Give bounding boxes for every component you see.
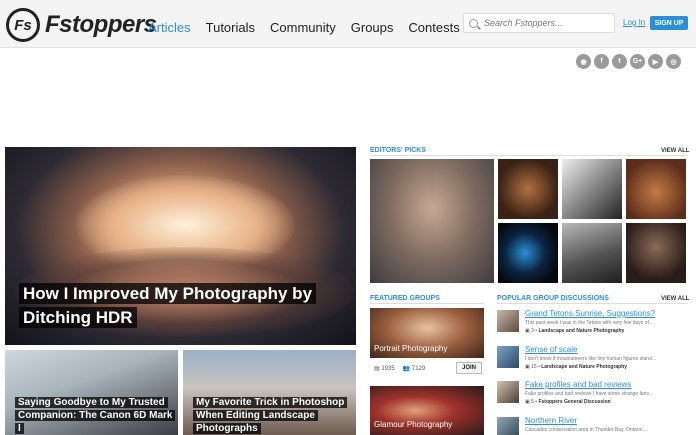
- discussion-title[interactable]: Grand Tetons Sunrise, Suggestions?: [525, 309, 655, 318]
- discussion-item[interactable]: Northern River Cascades conservation are…: [497, 416, 689, 435]
- users-icon: 👥: [402, 366, 411, 372]
- editors-pick-thumb[interactable]: [626, 159, 686, 219]
- discussion-item[interactable]: Grand Tetons Sunrise, Suggestions? This …: [497, 309, 689, 341]
- discussion-meta: ▣ 15 • Landscape and Nature Photography: [525, 364, 628, 370]
- youtube-icon[interactable]: ▶: [648, 54, 663, 69]
- join-button[interactable]: JOIN: [456, 362, 482, 374]
- search-box[interactable]: [463, 13, 615, 33]
- discussion-item[interactable]: Fake profiles and bad reviews Fake profi…: [497, 380, 689, 412]
- comment-icon: ▣: [525, 328, 530, 334]
- instagram-icon[interactable]: ◎: [666, 54, 681, 69]
- editors-pick-thumb[interactable]: [498, 223, 558, 283]
- discussion-title[interactable]: Northern River: [525, 416, 577, 425]
- discussion-thumb: [497, 417, 519, 435]
- discussion-snippet: Cascades conservation area in Thunder Ba…: [525, 427, 648, 433]
- logo-mark: Fs: [6, 8, 40, 42]
- nav-tutorials[interactable]: Tutorials: [206, 20, 255, 35]
- group-name[interactable]: Glamour Photography: [374, 420, 452, 429]
- article-card-title[interactable]: My Favorite Trick in Photoshop When Edit…: [193, 396, 353, 435]
- group-stats: ▤ 1935 👥 7129: [374, 365, 425, 372]
- group-name[interactable]: Portrait Photography: [374, 344, 447, 353]
- featured-groups-title: FEATURED GROUPS: [370, 295, 440, 302]
- divider: [370, 155, 688, 156]
- article-card-title[interactable]: Saying Goodbye to My Trusted Companion: …: [15, 396, 176, 435]
- nav-community[interactable]: Community: [270, 20, 336, 35]
- editors-pick-main[interactable]: [370, 159, 494, 283]
- divider: [370, 303, 484, 304]
- editors-pick-thumb[interactable]: [562, 159, 622, 219]
- rss-icon[interactable]: ◉: [576, 54, 591, 69]
- discussion-thumb: [497, 346, 519, 368]
- editors-picks-title: EDITORS' PICKS: [370, 147, 426, 154]
- google-plus-icon[interactable]: G+: [630, 54, 645, 69]
- members-count: ▤ 1935: [374, 366, 395, 372]
- hero-article[interactable]: How I Improved My Photography by Ditchin…: [5, 147, 356, 345]
- discussions-view-all[interactable]: VIEW ALL: [661, 296, 689, 302]
- discussion-thumb: [497, 310, 519, 332]
- signup-button[interactable]: SIGN UP: [650, 16, 688, 30]
- discussion-title[interactable]: Fake profiles and bad reviews: [525, 380, 631, 389]
- nav-contests[interactable]: Contests: [408, 20, 459, 35]
- posts-count: 👥 7129: [402, 366, 426, 372]
- discussions-title: POPULAR GROUP DISCUSSIONS: [497, 295, 609, 302]
- search-input[interactable]: [484, 18, 604, 28]
- discussion-thumb: [497, 381, 519, 403]
- chat-icon: ▤: [374, 366, 380, 372]
- editors-picks-view-all[interactable]: VIEW ALL: [661, 148, 689, 154]
- main-nav: Articles Tutorials Community Groups Cont…: [148, 20, 460, 35]
- discussion-meta: ▣ 5 • Fstoppers General Discussion: [525, 399, 611, 405]
- nav-groups[interactable]: Groups: [351, 20, 394, 35]
- social-icons: ◉ f t G+ ▶ ◎: [576, 54, 681, 69]
- twitter-icon[interactable]: t: [612, 54, 627, 69]
- group-card[interactable]: Glamour Photography: [370, 386, 484, 435]
- article-card[interactable]: Saying Goodbye to My Trusted Companion: …: [5, 350, 178, 435]
- editors-pick-thumb[interactable]: [498, 159, 558, 219]
- fstoppers-logo[interactable]: Fs Fstoppers: [6, 8, 157, 42]
- editors-pick-thumb[interactable]: [626, 223, 686, 283]
- login-link[interactable]: Log In: [623, 18, 645, 27]
- nav-articles[interactable]: Articles: [148, 20, 191, 35]
- comment-icon: ▣: [525, 399, 530, 405]
- hero-title[interactable]: How I Improved My Photography by Ditchin…: [19, 282, 339, 330]
- discussion-snippet: Fake profiles and bad reviews I have som…: [525, 391, 654, 397]
- article-card[interactable]: My Favorite Trick in Photoshop When Edit…: [183, 350, 356, 435]
- discussion-snippet: I don't know if mountaineers like tiny h…: [525, 356, 657, 362]
- discussion-snippet: This past week I was in the Tetons with …: [525, 320, 654, 326]
- discussion-meta: ▣ 3 • Landscape and Nature Photography: [525, 328, 625, 334]
- group-card[interactable]: Portrait Photography ▤ 1935 👥 7129 JOIN: [370, 308, 484, 378]
- discussion-title[interactable]: Sense of scale: [525, 345, 577, 354]
- facebook-icon[interactable]: f: [594, 54, 609, 69]
- comment-icon: ▣: [525, 364, 530, 370]
- editors-pick-thumb[interactable]: [562, 223, 622, 283]
- divider: [497, 303, 688, 304]
- top-bar: Fs Fstoppers Articles Tutorials Communit…: [0, 0, 696, 48]
- discussion-item[interactable]: Sense of scale I don't know if mountaine…: [497, 345, 689, 377]
- search-icon: [469, 18, 478, 28]
- logo-text: Fstoppers: [45, 11, 157, 38]
